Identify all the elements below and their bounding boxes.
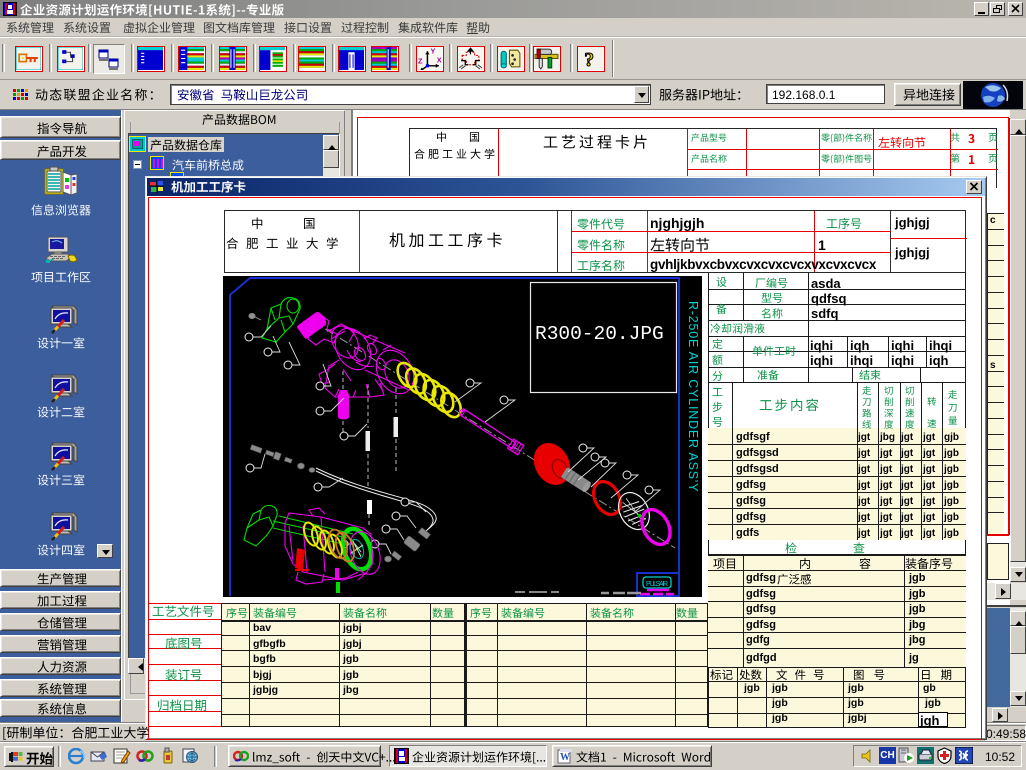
svg-text:Z: Z: [418, 57, 423, 66]
svg-text:Y: Y: [431, 47, 436, 55]
svg-text:R300-20.JPG: R300-20.JPG: [535, 323, 664, 345]
svg-text:?: ?: [584, 49, 594, 70]
svg-text:PULSAIR: PULSAIR: [646, 581, 668, 588]
svg-text:X: X: [437, 56, 442, 65]
svg-text:R-250E AIR CYLINDER ASS'Y: R-250E AIR CYLINDER ASS'Y: [686, 301, 700, 492]
svg-text:W: W: [560, 752, 570, 763]
